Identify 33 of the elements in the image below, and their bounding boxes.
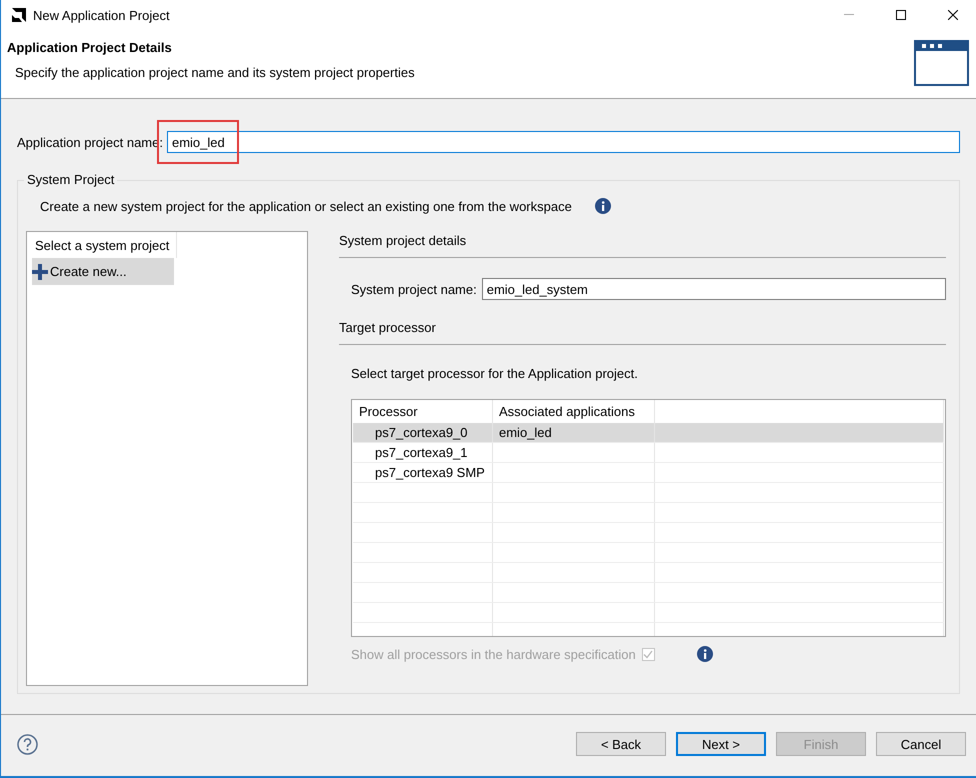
dialog-button[interactable]: Cancel xyxy=(876,732,966,756)
page-title: Application Project Details xyxy=(7,40,173,55)
project-name-field[interactable]: emio_led xyxy=(166,131,960,153)
table-cell: ps7_cortexa9_1 xyxy=(353,443,493,462)
table-cell: ps7_cortexa9 SMP xyxy=(353,463,493,482)
list-item[interactable]: Create new... xyxy=(32,258,174,285)
plus-icon xyxy=(32,264,48,280)
section-heading: Target processor xyxy=(339,320,946,345)
checkbox-label: Show all processors in the hardware specification xyxy=(351,646,636,662)
minimize-icon[interactable] xyxy=(844,14,854,16)
window-title: New Application Project xyxy=(33,8,171,22)
info-icon xyxy=(696,646,713,662)
info-icon xyxy=(594,198,611,214)
instruction-text: Select target processor for the Application project. xyxy=(351,366,639,381)
dialog-button[interactable]: < Back xyxy=(576,732,666,756)
close-icon[interactable] xyxy=(948,10,958,20)
system-project-name-field[interactable]: emio_led_system xyxy=(482,278,946,300)
window-banner-icon xyxy=(914,40,969,86)
list-item-label: Create new... xyxy=(50,264,127,279)
section-heading: System project details xyxy=(339,233,946,258)
page-subtitle: Specify the application project name and its system project properties xyxy=(15,65,416,80)
table-row[interactable]: ps7_cortexa9_0 emio_led xyxy=(353,423,944,443)
dialog-button[interactable]: Next > xyxy=(676,732,766,756)
table-row[interactable]: ps7_cortexa9_1 xyxy=(353,443,944,463)
help-icon[interactable] xyxy=(17,734,38,754)
group-legend: System Project xyxy=(24,172,118,187)
table-cell: emio_led xyxy=(493,423,655,442)
table-row[interactable]: ps7_cortexa9 SMP xyxy=(353,463,944,483)
app-logo-icon xyxy=(11,7,27,23)
maximize-icon[interactable] xyxy=(896,10,906,20)
description-text: Create a new system project for the application or select an existing one from the workspace xyxy=(40,198,572,214)
field-label: System project name: xyxy=(351,282,477,296)
table-cell: ps7_cortexa9_0 xyxy=(353,423,493,442)
